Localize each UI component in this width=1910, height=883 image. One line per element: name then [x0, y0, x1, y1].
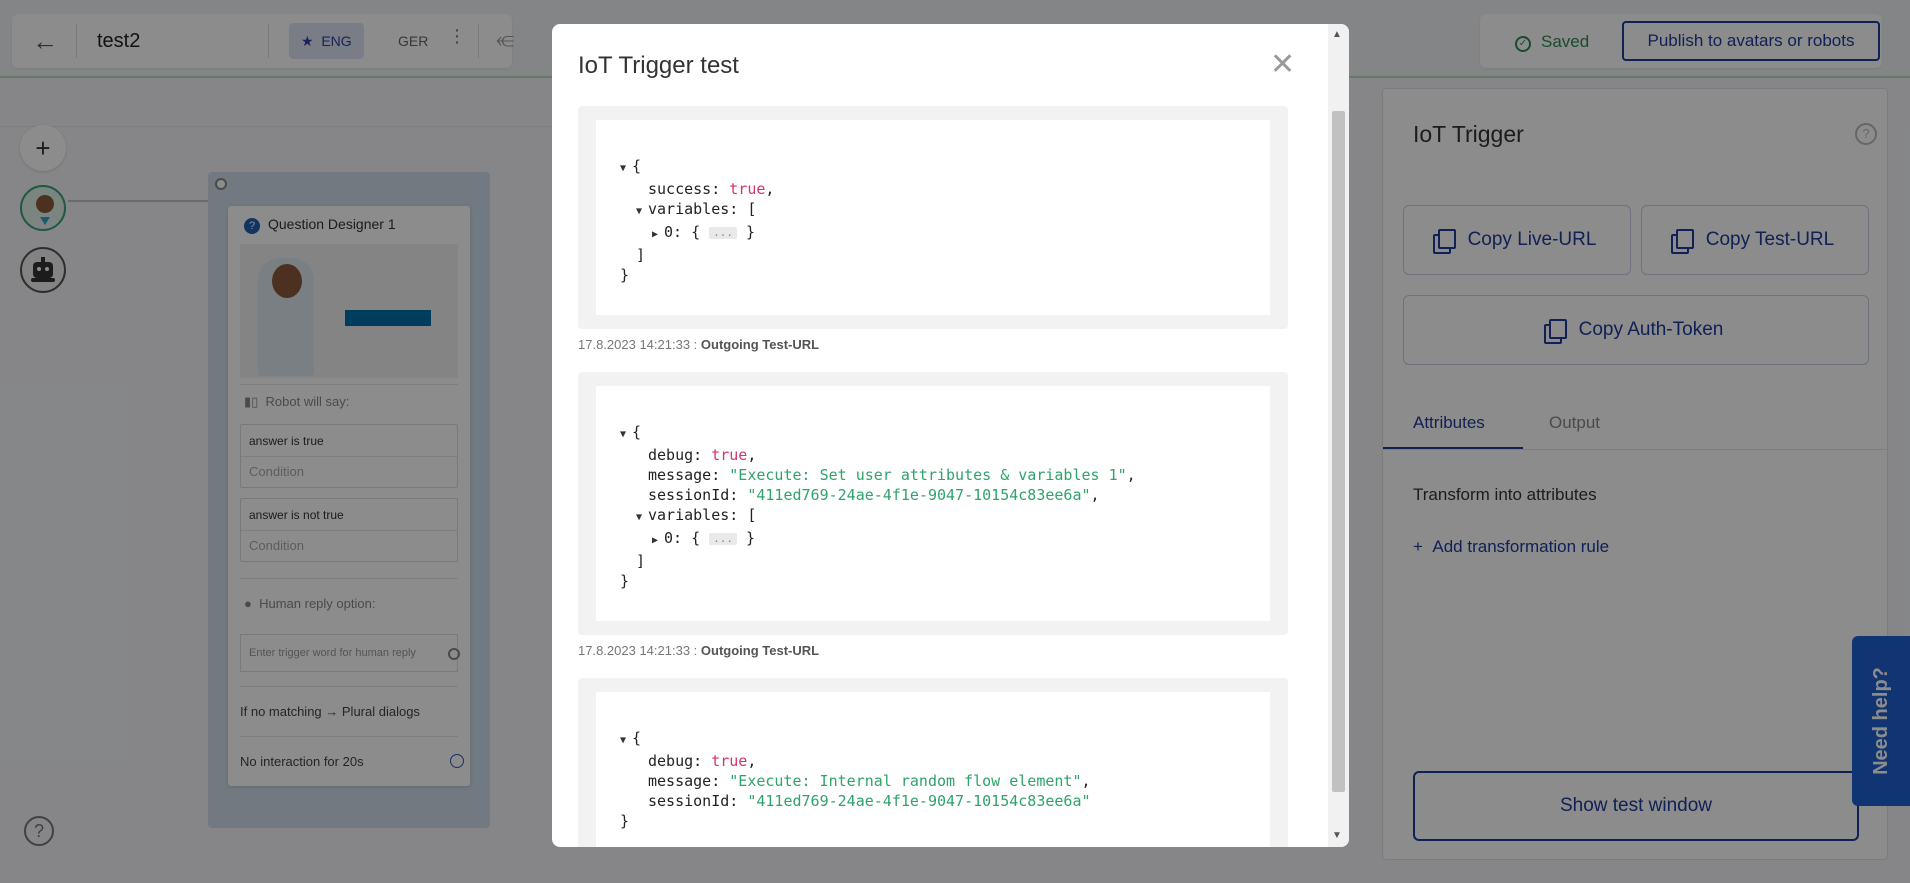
json-punct: , — [1126, 466, 1136, 484]
modal-title: IoT Trigger test — [578, 52, 739, 79]
json-line: debug: true, — [620, 751, 1246, 771]
collapsed-ellipsis[interactable]: ... — [709, 533, 738, 545]
json-bracket: { — [632, 729, 642, 747]
json-bracket: } — [620, 812, 630, 830]
timestamp-text: 17.8.2023 14:21:33 : — [578, 643, 701, 658]
json-bracket: } — [737, 529, 756, 547]
caret-down-icon[interactable]: ▼ — [636, 508, 648, 528]
scroll-down-icon[interactable]: ▼ — [1332, 830, 1342, 841]
scrollbar[interactable]: ▲ ▼ — [1328, 24, 1349, 847]
json-line: ▼{ — [620, 156, 1246, 179]
json-line: ] — [620, 551, 1246, 571]
json-bracket: ] — [636, 246, 646, 264]
json-punct: , — [1081, 772, 1091, 790]
scrollbar-thumb[interactable] — [1332, 111, 1345, 792]
json-key: message: — [648, 772, 730, 790]
json-line: debug: true, — [620, 445, 1246, 465]
json-line: } — [620, 265, 1246, 285]
json-line: message: "Execute: Internal random flow … — [620, 771, 1246, 791]
json-line: sessionId: "411ed769-24ae-4f1e-9047-1015… — [620, 791, 1246, 811]
json-punct: , — [747, 446, 757, 464]
timestamp-text: 17.8.2023 14:21:33 : — [578, 337, 701, 352]
scroll-up-icon[interactable]: ▲ — [1332, 29, 1342, 40]
json-boolean: true — [711, 446, 748, 464]
json-bracket: } — [620, 266, 630, 284]
json-viewer: ▼{success: true, ▼ variables: [▶ 0: { ... }… — [596, 120, 1270, 315]
json-bracket: ] — [636, 552, 646, 570]
direction-label: Outgoing Test-URL — [700, 337, 820, 352]
close-icon[interactable]: ✕ — [1270, 50, 1295, 80]
json-key: sessionId: — [648, 486, 748, 504]
json-punct: , — [747, 752, 757, 770]
json-line: success: true, — [620, 179, 1246, 199]
caret-down-icon[interactable]: ▼ — [636, 202, 648, 222]
json-bracket: { — [632, 423, 642, 441]
json-key: variables: — [648, 506, 748, 524]
json-key: 0: — [664, 223, 692, 241]
json-viewer: ▼{debug: true, message: "Execute: Interna… — [596, 692, 1270, 847]
log-timestamp: 17.8.2023 14:21:33 : Outgoing Test-URL — [578, 635, 1288, 678]
json-bracket: { — [691, 223, 710, 241]
caret-right-icon[interactable]: ▶ — [652, 531, 664, 551]
json-key: debug: — [648, 752, 712, 770]
log-entry: ▼{success: true, ▼ variables: [▶ 0: { ... }… — [578, 106, 1288, 329]
json-bracket: } — [737, 223, 756, 241]
collapsed-ellipsis[interactable]: ... — [709, 227, 738, 239]
json-string: "Execute: Set user attributes & variable… — [729, 466, 1127, 484]
json-punct: , — [765, 180, 775, 198]
json-line: ▼ variables: [ — [620, 505, 1246, 528]
json-bracket: { — [632, 157, 642, 175]
caret-down-icon[interactable]: ▼ — [620, 731, 632, 751]
json-key: 0: — [664, 529, 692, 547]
json-bracket: [ — [747, 200, 757, 218]
json-line: } — [620, 811, 1246, 831]
json-line: ▼{ — [620, 728, 1246, 751]
json-line: ▶ 0: { ... } — [620, 528, 1246, 551]
log-timestamp: 17.8.2023 14:21:33 : Outgoing Test-URL — [578, 329, 1288, 372]
log-entries: ▼{success: true, ▼ variables: [▶ 0: { ... }… — [578, 106, 1288, 847]
json-line: sessionId: "411ed769-24ae-4f1e-9047-1015… — [620, 485, 1246, 505]
json-bracket: } — [620, 572, 630, 590]
json-line: ] — [620, 245, 1246, 265]
json-bracket: { — [691, 529, 710, 547]
json-key: variables: — [648, 200, 748, 218]
json-key: message: — [648, 466, 730, 484]
json-line: ▼{ — [620, 422, 1246, 445]
json-viewer: ▼{debug: true, message: "Execute: Set use… — [596, 386, 1270, 621]
json-key: sessionId: — [648, 792, 748, 810]
json-boolean: true — [729, 180, 766, 198]
json-line: ▶ 0: { ... } — [620, 222, 1246, 245]
log-entry: ▼{debug: true, message: "Execute: Set use… — [578, 372, 1288, 635]
log-entry: ▼{debug: true, message: "Execute: Interna… — [578, 678, 1288, 847]
json-line: ▼ variables: [ — [620, 199, 1246, 222]
json-boolean: true — [711, 752, 748, 770]
json-string: "Execute: Internal random flow element" — [729, 772, 1082, 790]
caret-down-icon[interactable]: ▼ — [620, 159, 632, 179]
caret-right-icon[interactable]: ▶ — [652, 225, 664, 245]
json-key: debug: — [648, 446, 712, 464]
direction-label: Outgoing Test-URL — [700, 643, 820, 658]
json-string: "411ed769-24ae-4f1e-9047-10154c83ee6a" — [747, 792, 1091, 810]
json-key: success: — [648, 180, 730, 198]
json-punct: , — [1090, 486, 1100, 504]
json-string: "411ed769-24ae-4f1e-9047-10154c83ee6a" — [747, 486, 1091, 504]
json-line: message: "Execute: Set user attributes &… — [620, 465, 1246, 485]
iot-trigger-test-modal: IoT Trigger test ✕ ▼{success: true, ▼ vari… — [552, 24, 1349, 847]
caret-down-icon[interactable]: ▼ — [620, 425, 632, 445]
json-bracket: [ — [747, 506, 757, 524]
json-line: } — [620, 571, 1246, 591]
